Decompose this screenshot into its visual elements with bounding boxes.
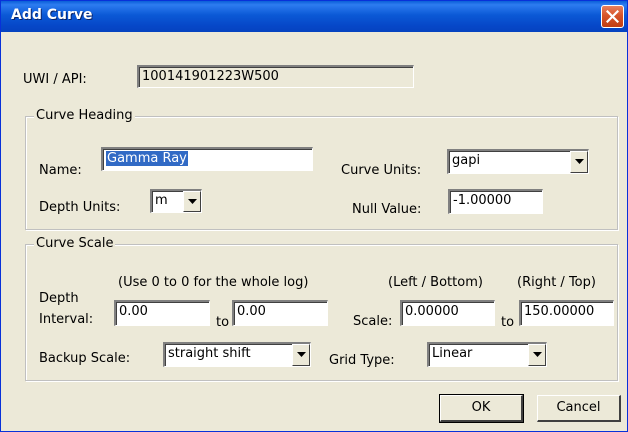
backup-scale-select[interactable]: straight shift bbox=[163, 342, 311, 367]
grid-type-select[interactable]: Linear bbox=[427, 342, 547, 367]
depth-to-value: 0.00 bbox=[237, 304, 266, 319]
depth-interval-hint: (Use 0 to 0 for the whole log) bbox=[118, 275, 309, 290]
depth-units-value: m bbox=[155, 193, 168, 208]
backup-scale-value: straight shift bbox=[168, 346, 251, 361]
null-value-label: Null Value: bbox=[352, 202, 422, 217]
scale-left-value: 0.00000 bbox=[405, 304, 459, 319]
curve-heading-title: Curve Heading bbox=[34, 108, 135, 123]
ok-button[interactable]: OK bbox=[439, 394, 524, 423]
depth-to-label: to bbox=[216, 315, 230, 330]
depth-to-input[interactable]: 0.00 bbox=[232, 300, 328, 326]
null-value-input[interactable]: -1.00000 bbox=[448, 189, 543, 214]
curve-scale-title: Curve Scale bbox=[34, 236, 116, 251]
depth-label: Depth bbox=[39, 291, 79, 306]
backup-scale-label: Backup Scale: bbox=[39, 351, 131, 366]
depth-units-select[interactable]: m bbox=[150, 189, 202, 213]
interval-label: Interval: bbox=[39, 312, 94, 327]
name-label: Name: bbox=[39, 163, 82, 178]
depth-from-input[interactable]: 0.00 bbox=[114, 300, 210, 326]
grid-type-dropdown-button[interactable] bbox=[528, 344, 546, 366]
null-value: -1.00000 bbox=[453, 193, 512, 208]
name-value: Gamma Ray bbox=[106, 151, 188, 166]
backup-scale-dropdown-button[interactable] bbox=[292, 344, 310, 366]
scale-right-input[interactable]: 150.00000 bbox=[519, 300, 614, 326]
curve-units-value: gapi bbox=[452, 153, 481, 168]
uwi-label: UWI / API: bbox=[23, 72, 87, 87]
curve-units-dropdown-button[interactable] bbox=[570, 151, 588, 173]
uwi-field: 100141901223W500 bbox=[137, 65, 414, 88]
scale-label: Scale: bbox=[353, 314, 393, 329]
chevron-down-icon bbox=[297, 352, 306, 357]
dialog-title: Add Curve bbox=[11, 7, 93, 23]
curve-units-label: Curve Units: bbox=[341, 163, 422, 178]
scale-left-input[interactable]: 0.00000 bbox=[400, 300, 495, 326]
close-icon bbox=[606, 10, 619, 23]
curve-units-select[interactable]: gapi bbox=[447, 149, 589, 174]
name-input[interactable]: Gamma Ray bbox=[101, 147, 313, 171]
depth-units-label: Depth Units: bbox=[39, 200, 121, 215]
add-curve-dialog: Add Curve UWI / API: 100141901223W500 Cu… bbox=[0, 0, 628, 432]
chevron-down-icon bbox=[575, 159, 584, 164]
depth-from-value: 0.00 bbox=[119, 304, 148, 319]
grid-type-label: Grid Type: bbox=[329, 353, 395, 368]
left-bottom-hint: (Left / Bottom) bbox=[388, 275, 483, 290]
scale-right-value: 150.00000 bbox=[524, 304, 595, 319]
right-top-hint: (Right / Top) bbox=[517, 275, 596, 290]
depth-units-dropdown-button[interactable] bbox=[183, 191, 201, 212]
close-button[interactable] bbox=[601, 5, 624, 28]
uwi-value: 100141901223W500 bbox=[142, 69, 279, 84]
scale-to-label: to bbox=[501, 315, 515, 330]
chevron-down-icon bbox=[188, 199, 197, 204]
chevron-down-icon bbox=[533, 352, 542, 357]
grid-type-value: Linear bbox=[432, 346, 473, 361]
cancel-button[interactable]: Cancel bbox=[537, 395, 621, 422]
title-bar[interactable]: Add Curve bbox=[1, 1, 627, 32]
